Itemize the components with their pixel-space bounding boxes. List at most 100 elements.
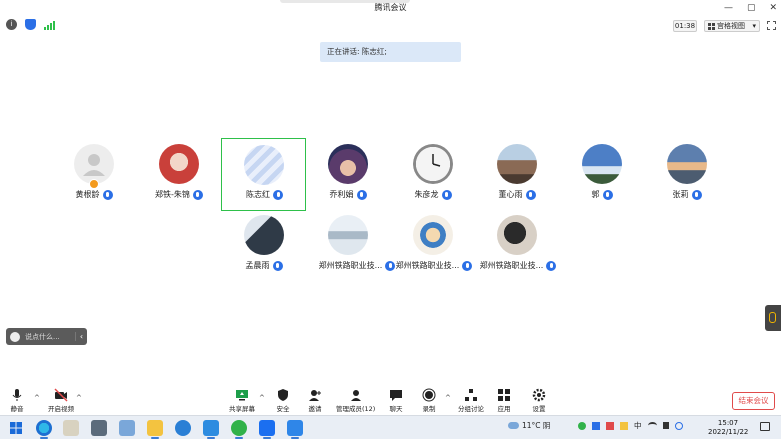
share-screen-button[interactable]: 共享屏幕 (229, 388, 255, 413)
apps-button[interactable]: 应用 (497, 388, 511, 413)
mic-icon (462, 260, 473, 271)
participant-tile[interactable]: 朱彦龙 (393, 136, 473, 206)
video-options-caret[interactable]: ^ (76, 394, 82, 402)
share-screen-label: 共享屏幕 (229, 405, 255, 413)
manage-members-button[interactable]: 管理成员(12) (336, 388, 375, 413)
ime-indicator[interactable]: 中 (634, 420, 642, 431)
chat-quick-input[interactable]: 说点什么... ‹ (6, 328, 87, 345)
participant-tile[interactable]: 黄根龄 (54, 136, 134, 206)
sunset-photo-avatar (667, 144, 707, 184)
participant-name: 董心雨 (498, 190, 523, 199)
tray-icon[interactable] (592, 421, 600, 430)
participant-tile[interactable]: 董心雨 (477, 136, 557, 206)
mic-icon (273, 189, 283, 200)
tray-icon[interactable] (674, 421, 683, 430)
emoji-icon[interactable] (10, 331, 20, 342)
mail-app-icon[interactable] (259, 420, 275, 439)
blue-stripe-avatar (244, 145, 284, 185)
fullscreen-icon[interactable] (767, 21, 776, 30)
mic-icon (525, 189, 536, 200)
mic-icon (192, 189, 203, 200)
mic-icon (602, 189, 613, 200)
speaking-banner: 正在讲话: 陈志红; (320, 42, 461, 62)
status-bar: i 01:38 宫格视图 ▾ (0, 16, 781, 34)
tray-icon[interactable] (620, 421, 628, 430)
shadow-photo-avatar (497, 215, 537, 255)
participant-tile-active[interactable]: 陈志红 (221, 138, 306, 211)
apps-label: 应用 (497, 405, 511, 413)
close-icon[interactable]: ✕ (769, 0, 777, 16)
mic-icon (102, 189, 113, 200)
share-options-caret[interactable]: ^ (259, 394, 265, 402)
view-mode-label: 宫格视图 (717, 22, 745, 30)
participant-name: 郭 (591, 190, 600, 199)
windows-start-icon[interactable] (8, 420, 24, 436)
participant-tile[interactable]: 乔利娟 (308, 136, 388, 206)
participant-tile[interactable]: 郑州铁路职业技... (477, 207, 559, 277)
security-button[interactable]: 安全 (276, 388, 290, 413)
edge-browser-icon[interactable] (36, 420, 52, 439)
microphone-icon (12, 389, 22, 401)
window-photo-avatar (244, 215, 284, 255)
system-tray: 中 (578, 420, 683, 431)
app-tray-icon[interactable] (578, 421, 586, 430)
wifi-icon[interactable] (647, 422, 657, 429)
cartoon-girl-avatar (328, 144, 368, 184)
system-clock[interactable]: 15:07 2022/11/22 (708, 419, 748, 437)
end-meeting-button[interactable]: 结束会议 (732, 392, 775, 410)
maximize-icon[interactable]: ▢ (747, 0, 756, 16)
wechat-icon[interactable] (231, 420, 247, 439)
minimize-icon[interactable]: — (724, 0, 733, 16)
collapse-chat-icon[interactable]: ‹ (75, 332, 87, 341)
breakout-button[interactable]: 分组讨论 (458, 388, 484, 413)
title-drag-handle[interactable] (280, 0, 410, 3)
participant-tile[interactable]: 郑州铁路职业技... (393, 207, 475, 277)
participant-name: 郑州铁路职业技... (395, 261, 460, 270)
calculator-icon[interactable] (91, 420, 107, 436)
weather-text: 11°C 阴 (522, 421, 551, 430)
chat-button[interactable]: 聊天 (389, 388, 403, 413)
volume-icon[interactable] (662, 422, 669, 429)
side-panel-handle[interactable] (765, 305, 781, 331)
participant-tile[interactable]: 郑铁-朱锦 (139, 136, 219, 206)
invite-label: 邀请 (308, 405, 322, 413)
participant-name: 朱彦龙 (414, 190, 439, 199)
mic-icon (441, 189, 452, 200)
mute-options-caret[interactable]: ^ (34, 394, 40, 402)
participant-tile[interactable]: 郭 (562, 136, 642, 206)
mute-label: 静音 (10, 405, 24, 413)
invite-button[interactable]: 邀请 (308, 388, 322, 413)
settings-button[interactable]: 设置 (532, 388, 546, 413)
feather-app-icon[interactable] (63, 420, 79, 436)
record-options-caret[interactable]: ^ (445, 394, 451, 402)
participant-name: 孟晨雨 (245, 261, 270, 270)
file-explorer-icon[interactable] (147, 420, 163, 439)
breakout-label: 分组讨论 (458, 405, 484, 413)
record-button[interactable]: 录制 (422, 388, 436, 413)
participant-name: 郑铁-朱锦 (155, 190, 190, 199)
title-bar: 腾讯会议 — ▢ ✕ (0, 0, 781, 16)
view-mode-button[interactable]: 宫格视图 ▾ (704, 20, 760, 32)
shield-icon[interactable] (25, 19, 36, 30)
participant-tile[interactable]: 郑州铁路职业技... (308, 207, 396, 277)
notification-icon[interactable] (760, 422, 770, 431)
participant-tile[interactable]: 孟晨雨 (224, 207, 304, 277)
participant-tile[interactable]: 张莉 (647, 136, 727, 206)
windows-taskbar: 11°C 阴 中 15:07 2022/11/22 (0, 415, 781, 439)
wps-app-icon[interactable] (203, 420, 219, 439)
video-label: 开启视频 (48, 405, 74, 413)
browser-icon[interactable] (175, 420, 191, 436)
info-icon[interactable]: i (6, 19, 17, 30)
cloud-icon (508, 422, 519, 429)
tray-icon[interactable] (606, 421, 614, 430)
clock-date: 2022/11/22 (708, 428, 749, 436)
weather-widget[interactable]: 11°C 阴 (508, 420, 550, 431)
pen-app-icon[interactable] (119, 420, 135, 436)
tencent-meeting-icon[interactable] (287, 420, 303, 439)
participant-name: 郑州铁路职业技... (479, 261, 544, 270)
mute-button[interactable]: 静音 (10, 388, 24, 413)
signal-icon[interactable] (44, 20, 55, 30)
video-button[interactable]: 开启视频 (48, 388, 74, 413)
cartoon-boy-avatar (413, 215, 453, 255)
default-avatar (74, 144, 114, 184)
